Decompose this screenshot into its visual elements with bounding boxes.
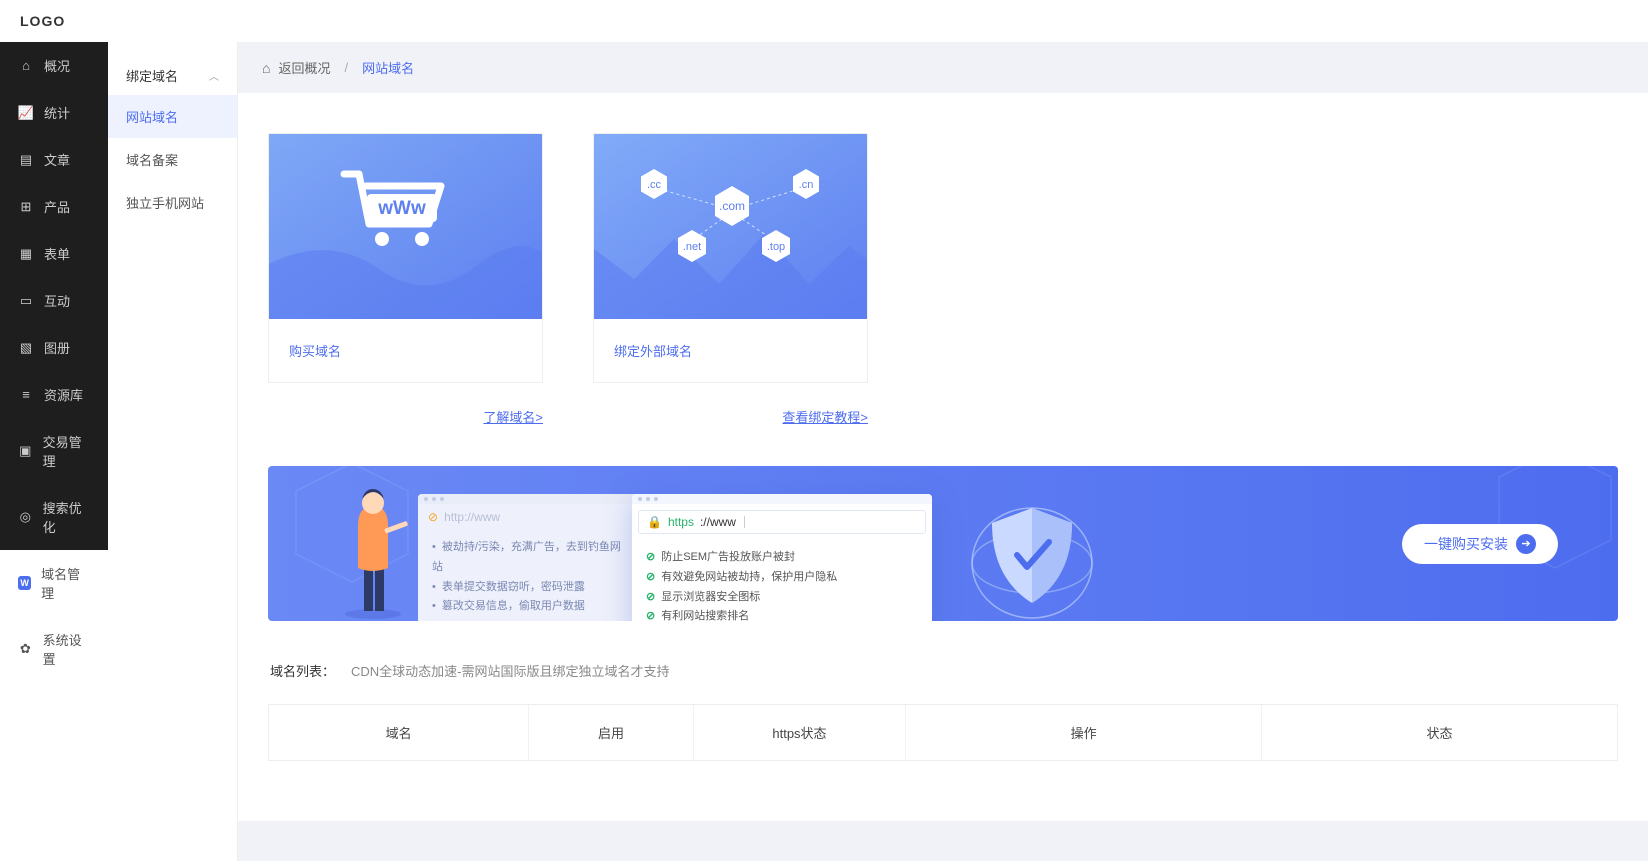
svg-text:wWw: wWw [377, 198, 426, 219]
th-https: https状态 [694, 705, 906, 760]
cards-row: wWw wWw 购买域名 了解域名> [268, 133, 1618, 426]
domain-table: 域名 启用 https状态 操作 状态 [268, 704, 1618, 761]
check-icon: ⊘ [646, 548, 655, 568]
th-actions: 操作 [906, 705, 1262, 760]
sidebar-item-transactions[interactable]: ▣交易管理 [0, 418, 108, 484]
card-buy-domain-label: 购买域名 [269, 319, 542, 382]
breadcrumb-current: 网站域名 [362, 58, 414, 77]
grid-icon: ⊞ [18, 199, 34, 215]
form-icon: ▦ [18, 246, 34, 262]
sidebar-item-stats[interactable]: 📈统计 [0, 89, 108, 136]
breadcrumb-separator: / [344, 60, 348, 75]
lock-icon: 🔒 [647, 515, 662, 529]
bad-point: 表单提交数据窃听，密码泄露 [432, 578, 624, 598]
home-icon: ⌂ [18, 58, 34, 74]
sidebar-item-gallery[interactable]: ▧图册 [0, 324, 108, 371]
target-icon: ◎ [18, 509, 33, 525]
card-buy-domain[interactable]: wWw wWw 购买域名 [268, 133, 543, 383]
sub-item-domain-record[interactable]: 域名备案 [108, 138, 237, 181]
bad-point: 被劫持/污染，充满广告，去到钓鱼网站 [432, 538, 624, 578]
chevron-up-icon: ︿ [209, 68, 219, 83]
sub-sidebar-title[interactable]: 绑定域名︿ [108, 56, 237, 95]
logo[interactable]: LOGO [20, 13, 65, 29]
domain-list-header: 域名列表： CDN全球动态加速-需网站国际版且绑定独立域名才支持 [270, 661, 1616, 680]
sidebar-item-resources[interactable]: ≡资源库 [0, 371, 108, 418]
sidebar-item-overview[interactable]: ⌂概况 [0, 42, 108, 89]
sidebar-item-system-settings[interactable]: ✿系统设置 [0, 616, 108, 682]
transaction-icon: ▣ [18, 443, 33, 459]
sidebar-item-articles[interactable]: ▤文章 [0, 136, 108, 183]
th-domain: 域名 [269, 705, 529, 760]
file-icon: ▤ [18, 152, 34, 168]
sidebar-item-interact[interactable]: ▭互动 [0, 277, 108, 324]
sidebar-item-domain-manage[interactable]: W域名管理 [0, 550, 108, 616]
main-panel: wWw wWw 购买域名 了解域名> [238, 93, 1648, 821]
person-illustration-icon [328, 481, 418, 621]
sidebar-item-products[interactable]: ⊞产品 [0, 183, 108, 230]
th-enabled: 启用 [529, 705, 694, 760]
domain-list-title: 域名列表： [270, 661, 335, 680]
svg-text:.com: .com [719, 199, 745, 213]
home-icon: ⌂ [262, 60, 270, 76]
svg-text:.cc: .cc [647, 179, 662, 191]
chat-icon: ▭ [18, 293, 34, 309]
top-bar: LOGO [0, 0, 1648, 42]
database-icon: ≡ [18, 387, 34, 403]
content-area: ⌂ 返回概况 / 网站域名 [238, 42, 1648, 861]
svg-text:.net: .net [683, 241, 701, 253]
check-icon: ⊘ [646, 607, 655, 621]
shield-illustration [932, 484, 1132, 621]
card-bind-external-image: .cc .com .cn .net .top [594, 134, 867, 319]
link-learn-domain[interactable]: 了解域名> [483, 407, 543, 426]
svg-text:.cn: .cn [799, 179, 814, 191]
breadcrumb-back[interactable]: 返回概况 [278, 58, 330, 77]
http-mini-browser: ⊘http://www 被劫持/污染，充满广告，去到钓鱼网站 表单提交数据窃听，… [418, 494, 638, 621]
link-bind-tutorial[interactable]: 查看绑定教程> [782, 407, 868, 426]
card-buy-domain-image: wWw wWw [269, 134, 542, 319]
one-click-install-button[interactable]: 一键购买安装 ➔ [1402, 524, 1558, 564]
bad-point: 篡改交易信息，偷取用户数据 [432, 597, 624, 617]
chart-icon: 📈 [18, 105, 34, 121]
breadcrumb: ⌂ 返回概况 / 网站域名 [238, 42, 1648, 93]
gear-icon: ✿ [18, 641, 33, 657]
secondary-sidebar: 绑定域名︿ 网站域名 域名备案 独立手机网站 [108, 42, 238, 861]
https-banner: ⊘http://www 被劫持/污染，充满广告，去到钓鱼网站 表单提交数据窃听，… [268, 466, 1618, 621]
sub-item-mobile-site[interactable]: 独立手机网站 [108, 181, 237, 224]
sidebar-item-seo[interactable]: ◎搜索优化 [0, 484, 108, 550]
warning-icon: ⊘ [428, 510, 438, 524]
domain-list-hint: CDN全球动态加速-需网站国际版且绑定独立域名才支持 [351, 661, 670, 680]
table-header-row: 域名 启用 https状态 操作 状态 [269, 705, 1617, 760]
image-icon: ▧ [18, 340, 34, 356]
sub-item-site-domain[interactable]: 网站域名 [108, 95, 237, 138]
check-icon: ⊘ [646, 588, 655, 608]
arrow-right-icon: ➔ [1516, 534, 1536, 554]
card-bind-external[interactable]: .cc .com .cn .net .top 绑定外部域名 [593, 133, 868, 383]
card-bind-external-label: 绑定外部域名 [594, 319, 867, 382]
sidebar-item-forms[interactable]: ▦表单 [0, 230, 108, 277]
th-status: 状态 [1262, 705, 1617, 760]
w-badge-icon: W [18, 576, 31, 590]
https-mini-browser: 🔒 https://www ⊘防止SEM广告投放账户被封 ⊘有效避免网站被劫持，… [632, 494, 932, 621]
check-icon: ⊘ [646, 568, 655, 588]
svg-text:.top: .top [767, 241, 785, 253]
primary-sidebar: ⌂概况 📈统计 ▤文章 ⊞产品 ▦表单 ▭互动 ▧图册 ≡资源库 ▣交易管理 ◎… [0, 42, 108, 861]
